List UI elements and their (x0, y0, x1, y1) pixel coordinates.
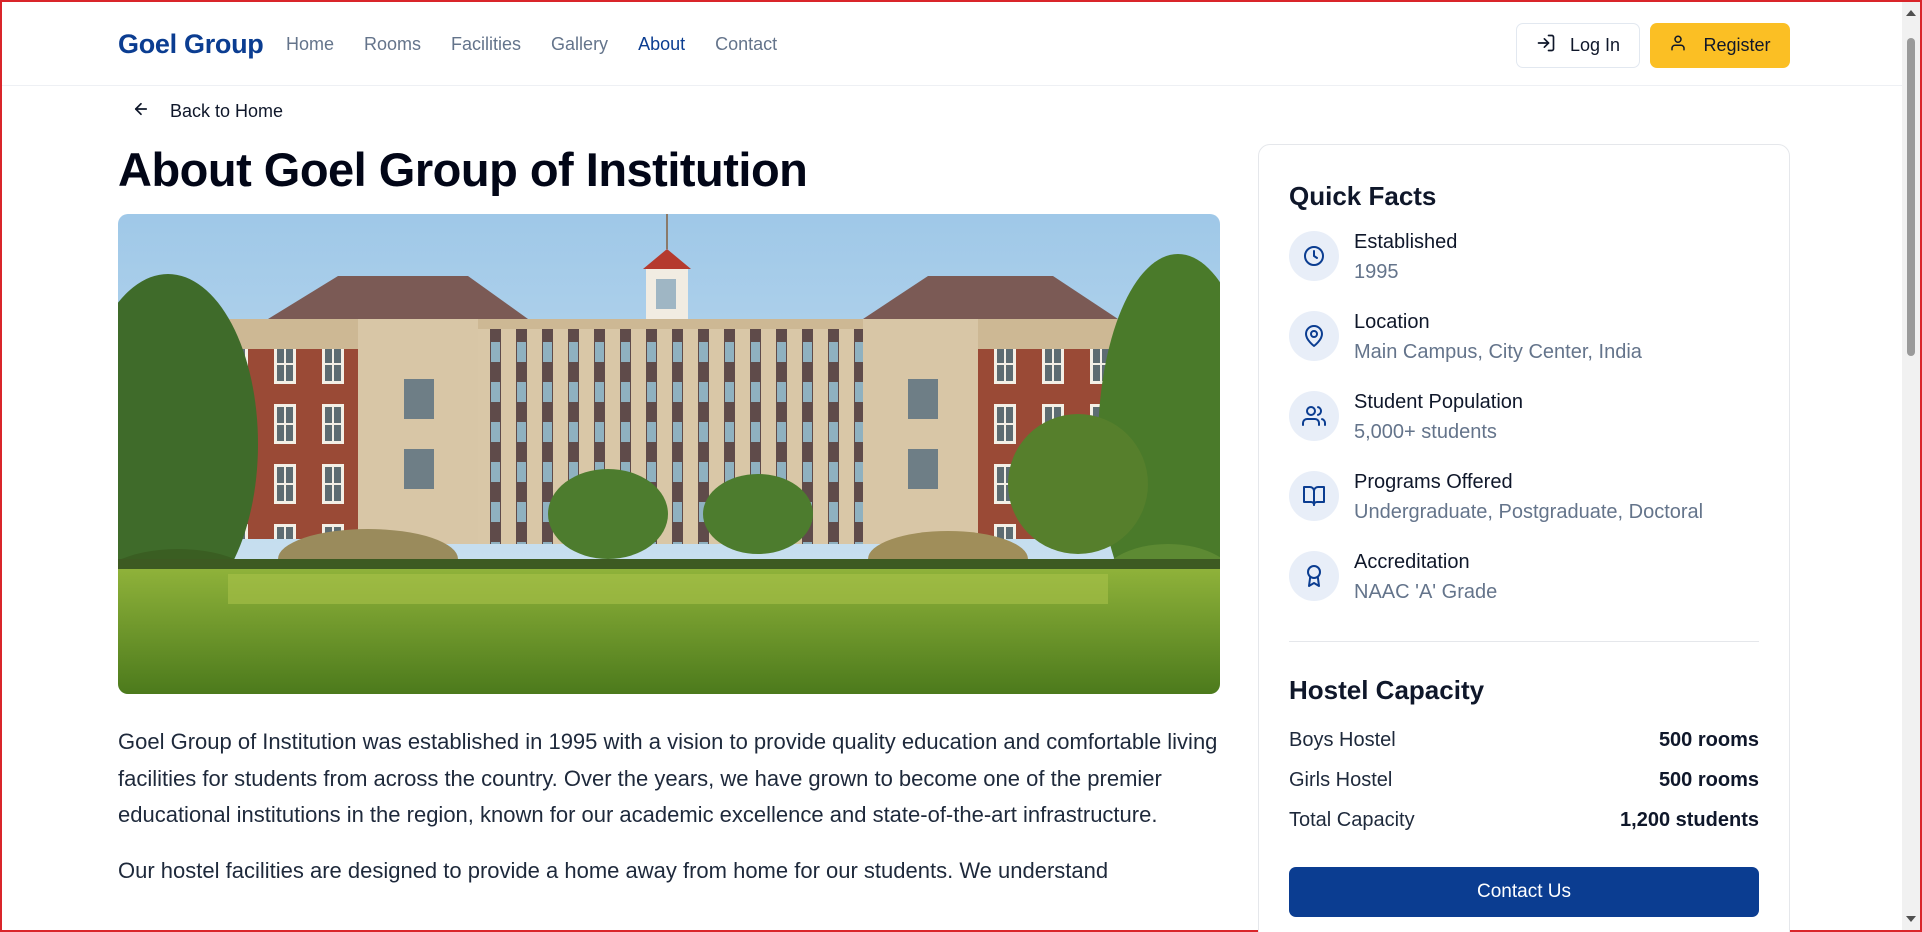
fact-value: 5,000+ students (1354, 421, 1497, 443)
arrow-left-icon (132, 100, 150, 123)
nav-link-rooms[interactable]: Rooms (364, 34, 421, 55)
top-navigation: Goel Group Home Rooms Facilities Gallery… (2, 2, 1920, 86)
fact-label: Programs Offered (1354, 471, 1513, 493)
register-button[interactable]: Register (1650, 23, 1790, 68)
about-paragraph-1: Goel Group of Institution was establishe… (118, 729, 1218, 827)
quick-facts-title: Quick Facts (1289, 181, 1437, 211)
award-icon (1289, 551, 1339, 601)
clock-icon (1289, 231, 1339, 281)
nav-link-contact[interactable]: Contact (715, 34, 777, 55)
capacity-row-boys: Boys Hostel 500 rooms (1289, 729, 1759, 752)
capacity-name: Total Capacity (1289, 809, 1415, 831)
fact-accreditation: Accreditation NAAC 'A' Grade (1289, 551, 1759, 621)
page-scrollbar[interactable] (1902, 2, 1920, 930)
login-label: Log In (1569, 35, 1621, 55)
fact-value: 1995 (1354, 261, 1399, 283)
capacity-value: 500 rooms (1658, 769, 1759, 791)
back-to-home-link[interactable]: Back to Home (132, 100, 283, 123)
log-in-icon (1536, 33, 1556, 58)
register-label: Register (1703, 35, 1771, 55)
fact-label: Student Population (1354, 391, 1524, 413)
hostel-capacity-title: Hostel Capacity (1289, 675, 1485, 705)
back-label: Back to Home (170, 101, 284, 121)
fact-label: Established (1354, 231, 1458, 253)
capacity-row-total: Total Capacity 1,200 students (1289, 809, 1759, 832)
nav-link-facilities[interactable]: Facilities (451, 34, 521, 55)
capacity-value: 1,200 students (1620, 809, 1759, 831)
page-title: About Goel Group of Institution (118, 143, 808, 196)
brand-logo[interactable]: Goel Group (118, 29, 264, 60)
capacity-name: Boys Hostel (1289, 729, 1396, 751)
fact-value: Undergraduate, Postgraduate, Doctoral (1354, 501, 1704, 523)
fact-programs-offered: Programs Offered Undergraduate, Postgrad… (1289, 471, 1759, 541)
book-open-icon (1289, 471, 1339, 521)
fact-label: Location (1354, 311, 1430, 333)
scrollbar-thumb[interactable] (1907, 38, 1915, 356)
fact-value: NAAC 'A' Grade (1354, 581, 1498, 603)
login-button[interactable]: Log In (1516, 23, 1640, 68)
campus-building-image (118, 214, 1220, 694)
nav-link-home[interactable]: Home (286, 34, 334, 55)
about-paragraph-2: Our hostel facilities are designed to pr… (118, 857, 1109, 883)
about-description: Goel Group of Institution was establishe… (118, 724, 1220, 908)
contact-us-button[interactable]: Contact Us (1289, 867, 1759, 917)
map-pin-icon (1289, 311, 1339, 361)
card-divider (1289, 641, 1759, 642)
nav-link-about[interactable]: About (638, 34, 685, 55)
nav-link-gallery[interactable]: Gallery (551, 34, 608, 55)
scroll-up-arrow-icon[interactable] (1906, 10, 1916, 16)
fact-student-population: Student Population 5,000+ students (1289, 391, 1759, 461)
fact-value: Main Campus, City Center, India (1354, 341, 1642, 363)
nav-links: Home Rooms Facilities Gallery About Cont… (286, 34, 807, 55)
fact-label: Accreditation (1354, 551, 1470, 573)
user-icon (1669, 34, 1687, 57)
capacity-name: Girls Hostel (1289, 769, 1393, 791)
scroll-down-arrow-icon[interactable] (1906, 916, 1916, 922)
fact-location: Location Main Campus, City Center, India (1289, 311, 1759, 381)
capacity-row-girls: Girls Hostel 500 rooms (1289, 769, 1759, 792)
quick-facts-card: Quick Facts Established 1995 Location Ma… (1258, 144, 1790, 932)
fact-established: Established 1995 (1289, 231, 1759, 301)
capacity-value: 500 rooms (1658, 729, 1759, 751)
users-icon (1289, 391, 1339, 441)
